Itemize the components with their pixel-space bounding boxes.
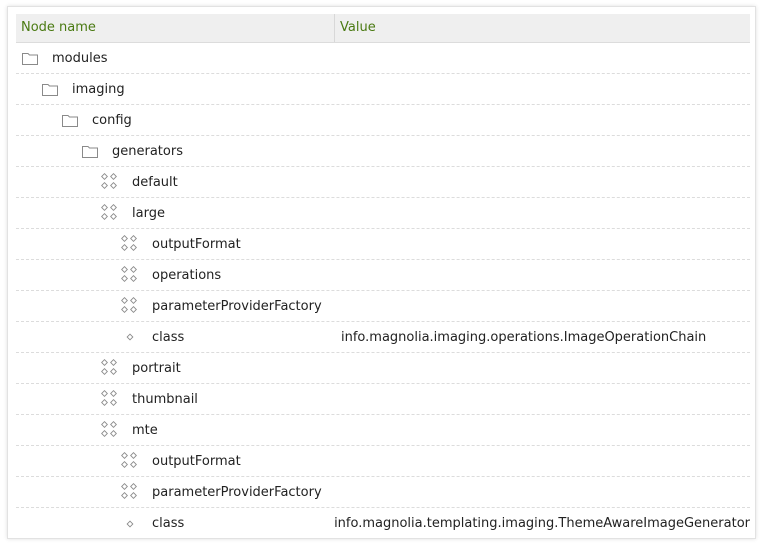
- folder-icon: [80, 143, 100, 159]
- folder-icon: [20, 50, 40, 66]
- node-name-label: portrait: [132, 360, 181, 376]
- tree-row[interactable]: parameterProviderFactory: [16, 477, 750, 508]
- node-name-cell: outputFormat: [16, 452, 335, 469]
- node-name-cell: generators: [16, 143, 335, 159]
- content-node-icon: [100, 204, 120, 221]
- node-name-label: parameterProviderFactory: [152, 298, 322, 314]
- content-node-icon: [120, 235, 140, 252]
- tree-row[interactable]: mte: [16, 415, 750, 446]
- tree-row[interactable]: modules: [16, 43, 750, 74]
- tree-panel: Node name Value modules imaging config gene…: [7, 6, 756, 539]
- node-name-cell: operations: [16, 266, 335, 283]
- tree-row[interactable]: config: [16, 105, 750, 136]
- node-name-label: outputFormat: [152, 236, 241, 252]
- node-name-label: thumbnail: [132, 391, 198, 407]
- node-name-cell: class: [16, 516, 328, 532]
- node-name-label: class: [152, 329, 185, 345]
- node-name-label: imaging: [72, 81, 125, 97]
- tree-row[interactable]: parameterProviderFactory: [16, 291, 750, 322]
- content-node-icon: [100, 390, 120, 407]
- node-tree-table: Node name Value modules imaging config gene…: [16, 14, 750, 539]
- tree-row[interactable]: class info.magnolia.templating.imaging.Th…: [16, 508, 750, 539]
- node-name-label: modules: [52, 50, 108, 66]
- content-node-icon: [100, 359, 120, 376]
- content-node-icon: [120, 297, 140, 314]
- node-name-label: large: [132, 205, 165, 221]
- content-node-icon: [120, 266, 140, 283]
- tree-row[interactable]: operations: [16, 260, 750, 291]
- node-name-cell: class: [16, 329, 335, 345]
- column-header-value[interactable]: Value: [335, 14, 376, 42]
- node-name-label: outputFormat: [152, 453, 241, 469]
- node-value-cell: info.magnolia.imaging.operations.ImageOp…: [341, 329, 707, 345]
- node-name-cell: imaging: [16, 81, 335, 97]
- property-icon: [120, 516, 140, 532]
- node-name-cell: large: [16, 204, 335, 221]
- tree-row[interactable]: large: [16, 198, 750, 229]
- node-name-label: parameterProviderFactory: [152, 484, 322, 500]
- tree-rows: modules imaging config generators default lar…: [16, 43, 750, 539]
- node-name-label: operations: [152, 267, 222, 283]
- node-name-cell: parameterProviderFactory: [16, 297, 335, 314]
- tree-row[interactable]: outputFormat: [16, 446, 750, 477]
- folder-icon: [40, 81, 60, 97]
- tree-row[interactable]: default: [16, 167, 750, 198]
- node-name-cell: default: [16, 173, 335, 190]
- content-node-icon: [100, 173, 120, 190]
- node-name-label: config: [92, 112, 132, 128]
- tree-row[interactable]: generators: [16, 136, 750, 167]
- content-node-icon: [120, 452, 140, 469]
- tree-row[interactable]: class info.magnolia.imaging.operations.Im…: [16, 322, 750, 353]
- tree-row[interactable]: thumbnail: [16, 384, 750, 415]
- node-name-cell: mte: [16, 421, 335, 438]
- content-node-icon: [120, 483, 140, 500]
- tree-row[interactable]: portrait: [16, 353, 750, 384]
- node-name-cell: thumbnail: [16, 390, 335, 407]
- node-name-cell: config: [16, 112, 335, 128]
- table-header: Node name Value: [16, 14, 750, 43]
- tree-row[interactable]: outputFormat: [16, 229, 750, 260]
- column-header-node-name[interactable]: Node name: [16, 14, 335, 42]
- content-node-icon: [100, 421, 120, 438]
- node-name-label: mte: [132, 422, 158, 438]
- node-name-label: class: [152, 516, 185, 531]
- node-name-label: generators: [112, 143, 183, 159]
- tree-row[interactable]: imaging: [16, 74, 750, 105]
- node-name-cell: modules: [16, 50, 335, 66]
- property-icon: [120, 329, 140, 345]
- node-name-label: default: [132, 174, 178, 190]
- node-name-cell: parameterProviderFactory: [16, 483, 335, 500]
- node-name-cell: portrait: [16, 359, 335, 376]
- node-name-cell: outputFormat: [16, 235, 335, 252]
- folder-icon: [60, 112, 80, 128]
- node-value-cell: info.magnolia.templating.imaging.ThemeAw…: [334, 516, 750, 531]
